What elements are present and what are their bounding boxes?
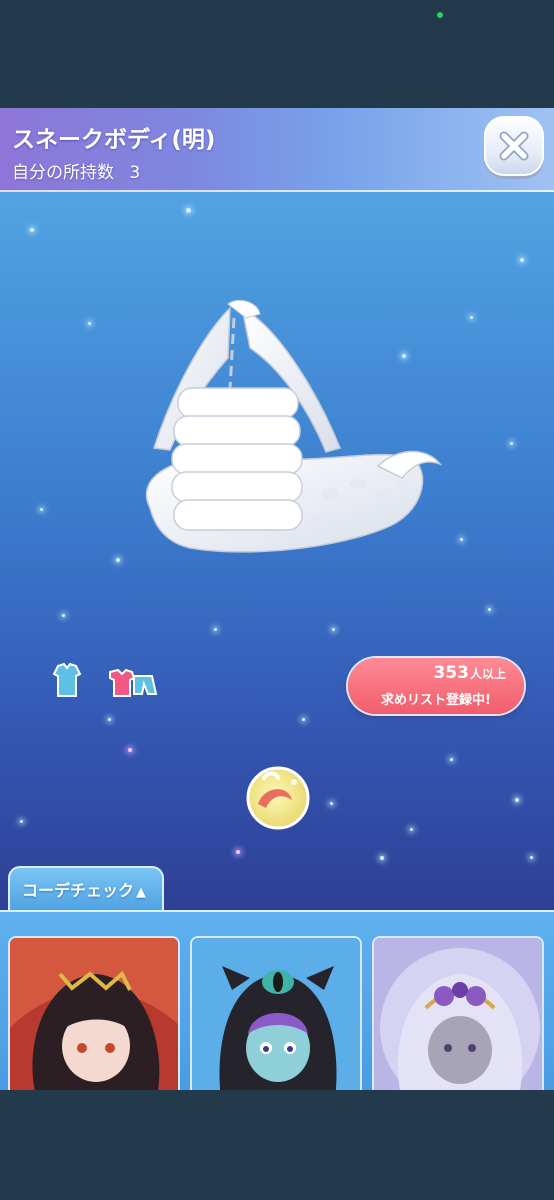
item-header: スネークボディ(明) 自分の所持数 3 — [0, 108, 554, 192]
tab-coord-check[interactable]: コーデチェック ▲ — [8, 866, 164, 912]
status-indicator-dot — [437, 12, 443, 18]
coord-check-panel — [0, 910, 554, 1090]
wanted-count: 353人以上 — [433, 663, 506, 683]
coord-card-2[interactable] — [190, 936, 362, 1090]
wanted-count-suffix: 人以上 — [469, 667, 506, 681]
item-detail-scene: スネークボディ(明) 自分の所持数 3 353人以上 求めリスト登録中! コーデ… — [0, 108, 554, 1090]
owned-count-line: 自分の所持数 3 — [12, 158, 140, 183]
owned-label: 自分の所持数 — [12, 163, 114, 183]
wanted-list-badge[interactable]: 353人以上 求めリスト登録中! — [348, 658, 524, 714]
coord-card-1[interactable] — [8, 936, 180, 1090]
avatar-thumbnail-1 — [10, 938, 178, 1090]
outfit-icon[interactable] — [52, 662, 82, 698]
snake-bubble-icon[interactable] — [244, 764, 312, 832]
tab-coord-check-label: コーデチェック — [22, 881, 135, 900]
wanted-label: 求めリスト登録中! — [381, 693, 491, 708]
avatar-thumbnail-3 — [374, 938, 542, 1090]
wanted-count-number: 353 — [433, 663, 469, 683]
close-icon — [499, 131, 529, 161]
avatar-thumbnail-2 — [192, 938, 360, 1090]
snake-body-item-image — [145, 299, 443, 553]
wardrobe-set-icon[interactable] — [106, 668, 160, 698]
close-button[interactable] — [484, 116, 544, 176]
item-title: スネークボディ(明) — [12, 127, 216, 153]
coord-card-3[interactable] — [372, 936, 544, 1090]
owned-count: 3 — [129, 163, 141, 183]
bottom-bar — [0, 1090, 554, 1200]
